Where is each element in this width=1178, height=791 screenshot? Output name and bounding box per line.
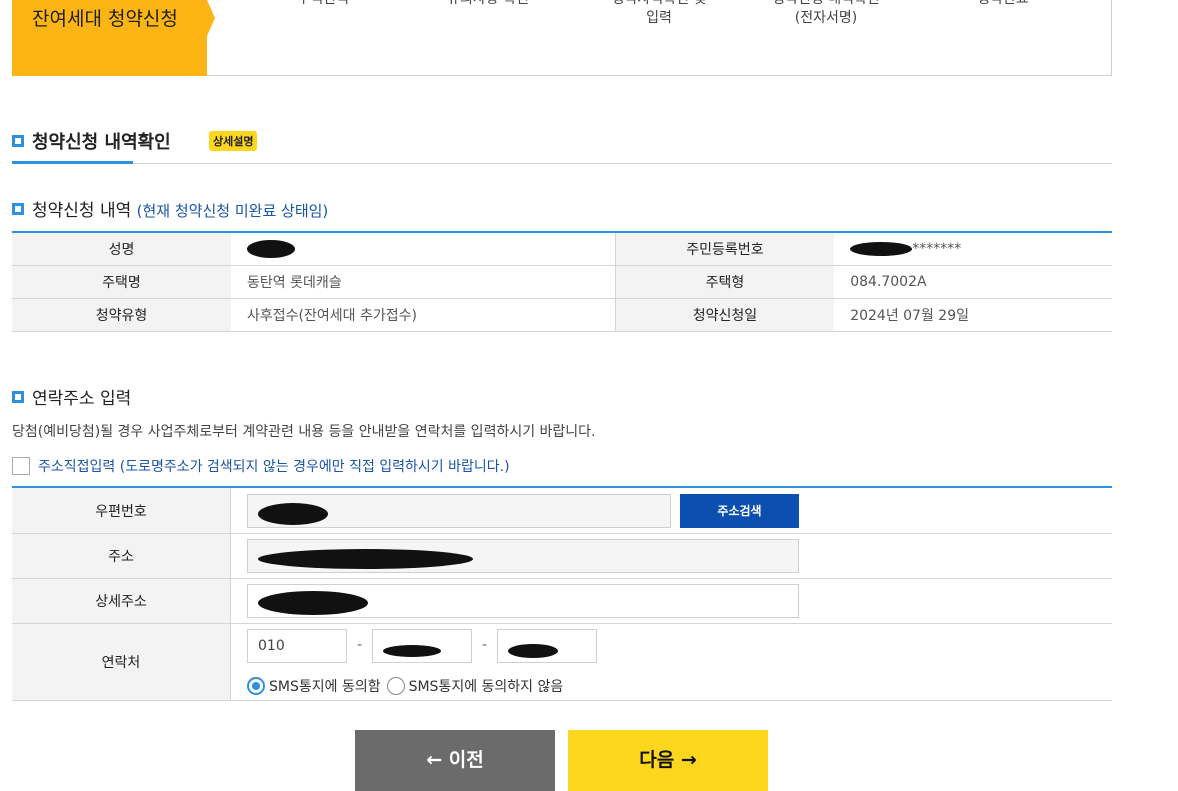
apply-date-value: 2024년 07월 29일: [834, 298, 1112, 332]
step-5-label: 청약완료: [928, 0, 1078, 9]
section-title-text: 청약신청 내역확인: [32, 132, 171, 153]
redacted-mark: [508, 643, 558, 658]
sms-disagree-radio[interactable]: [386, 677, 405, 695]
contact-title-text: 연락주소 입력: [32, 389, 132, 409]
step-2: 유의사항 확인: [413, 0, 563, 9]
step-current: 잔여세대 청약신청: [12, 0, 215, 76]
resident-number-mask: *******: [912, 240, 962, 257]
detail-badge[interactable]: 상세설명: [209, 131, 258, 151]
apply-date-header: 청약신청일: [615, 298, 835, 332]
apply-title-text: 청약신청 내역: [32, 201, 132, 221]
name-header: 성명: [12, 232, 231, 266]
address-row: 주소: [12, 534, 1112, 579]
housing-type-header: 주택형: [615, 265, 835, 299]
apply-type-header: 청약유형: [12, 298, 231, 332]
square-bullet-icon: [12, 391, 24, 403]
apply-table: 성명 주민등록번호 ******* 주택명 동탄역 롯데캐슬 주택형 084.7…: [12, 231, 1112, 332]
step-1: 주택선택: [248, 0, 398, 9]
redacted-mark: [258, 502, 328, 525]
direct-input-row[interactable]: 주소직접입력 (도로명주소가 검색되지 않는 경우에만 직접 입력하시기 바랍니…: [12, 456, 510, 476]
apply-title: 청약신청 내역 (현재 청약신청 미완료 상태임): [12, 196, 328, 221]
phone-last-input[interactable]: [497, 629, 597, 663]
redacted-mark: [258, 549, 473, 569]
apply-status-note: (현재 청약신청 미완료 상태임): [136, 202, 329, 220]
step-4: 청약신청 내역확인 (전자서명): [751, 0, 901, 28]
redacted-mark: [850, 241, 913, 256]
next-button[interactable]: 다음 →: [568, 730, 768, 791]
apply-type-value: 사후접수(잔여세대 추가접수): [231, 298, 616, 332]
redacted-mark: [247, 239, 295, 258]
phone-label: 연락처: [12, 624, 231, 700]
step-4-label-2: (전자서명): [794, 10, 858, 26]
sms-agree-label[interactable]: SMS통지에 동의함: [269, 676, 381, 696]
direct-input-checkbox[interactable]: [12, 457, 30, 475]
sms-options: SMS통지에 동의함 SMS통지에 동의하지 않음: [247, 676, 563, 696]
table-row: 성명 주민등록번호 *******: [12, 232, 1112, 266]
redacted-mark: [258, 591, 368, 615]
section-title: 청약신청 내역확인: [12, 128, 171, 154]
contact-title: 연락주소 입력: [12, 384, 131, 409]
step-3-label: 청약자격확인 및: [584, 0, 734, 9]
address-search-button[interactable]: 주소검색: [680, 494, 799, 528]
housing-type-value: 084.7002A: [834, 265, 1112, 299]
section-header: 청약신청 내역확인 상세설명: [12, 128, 1112, 164]
housing-name-value: 동탄역 롯데캐슬: [231, 265, 616, 299]
direct-input-label[interactable]: 주소직접입력 (도로명주소가 검색되지 않는 경우에만 직접 입력하시기 바랍니…: [38, 456, 510, 476]
step-2-label: 유의사항 확인: [413, 0, 563, 9]
table-row: 청약유형 사후접수(잔여세대 추가접수) 청약신청일 2024년 07월 29일: [12, 298, 1112, 332]
phone-dash-2: -: [482, 637, 488, 653]
table-row: 주택명 동탄역 롯데캐슬 주택형 084.7002A: [12, 265, 1112, 299]
phone-prefix-input[interactable]: 010: [247, 629, 347, 663]
address-input[interactable]: [247, 539, 799, 573]
detail-address-row: 상세주소: [12, 579, 1112, 624]
sms-disagree-label[interactable]: SMS통지에 동의하지 않음: [409, 676, 564, 696]
step-3: 청약자격확인 및 입력: [584, 0, 734, 28]
detail-address-label: 상세주소: [12, 579, 231, 623]
zip-label: 우편번호: [12, 488, 231, 533]
name-value: [231, 232, 616, 266]
phone-dash-1: -: [357, 637, 363, 653]
phone-middle-input[interactable]: [372, 629, 472, 663]
step-5: 청약완료: [928, 0, 1078, 9]
step-3-label-2: 입력: [646, 10, 672, 26]
contact-description: 당첨(예비당첨)될 경우 사업주체로부터 계약관련 내용 등을 안내받을 연락처…: [12, 424, 596, 440]
step-1-label: 주택선택: [248, 0, 398, 9]
redacted-mark: [383, 645, 441, 657]
resident-number-header: 주민등록번호: [615, 232, 835, 266]
square-bullet-icon: [12, 203, 24, 215]
phone-row: 연락처 010 - - SMS통지에 동의함 SMS통지에 동의하지 않음: [12, 624, 1112, 701]
step-4-label: 청약신청 내역확인: [751, 0, 901, 9]
housing-name-header: 주택명: [12, 265, 231, 299]
zip-input[interactable]: [247, 494, 671, 528]
step-progress: 잔여세대 청약신청 주택선택 유의사항 확인 청약자격확인 및 입력 청약신청 …: [12, 0, 1112, 76]
zip-row: 우편번호 주소검색: [12, 488, 1112, 534]
address-label: 주소: [12, 534, 231, 578]
prev-button[interactable]: ← 이전: [355, 730, 555, 791]
sms-agree-radio[interactable]: [247, 677, 265, 695]
detail-address-input[interactable]: [247, 584, 799, 618]
square-bullet-icon: [12, 135, 24, 147]
section-underline: [12, 161, 133, 164]
address-form: 우편번호 주소검색 주소 상세주소 연락처 010 - - SMS통지에 동의함: [12, 486, 1112, 701]
resident-number-value: *******: [834, 232, 1112, 266]
